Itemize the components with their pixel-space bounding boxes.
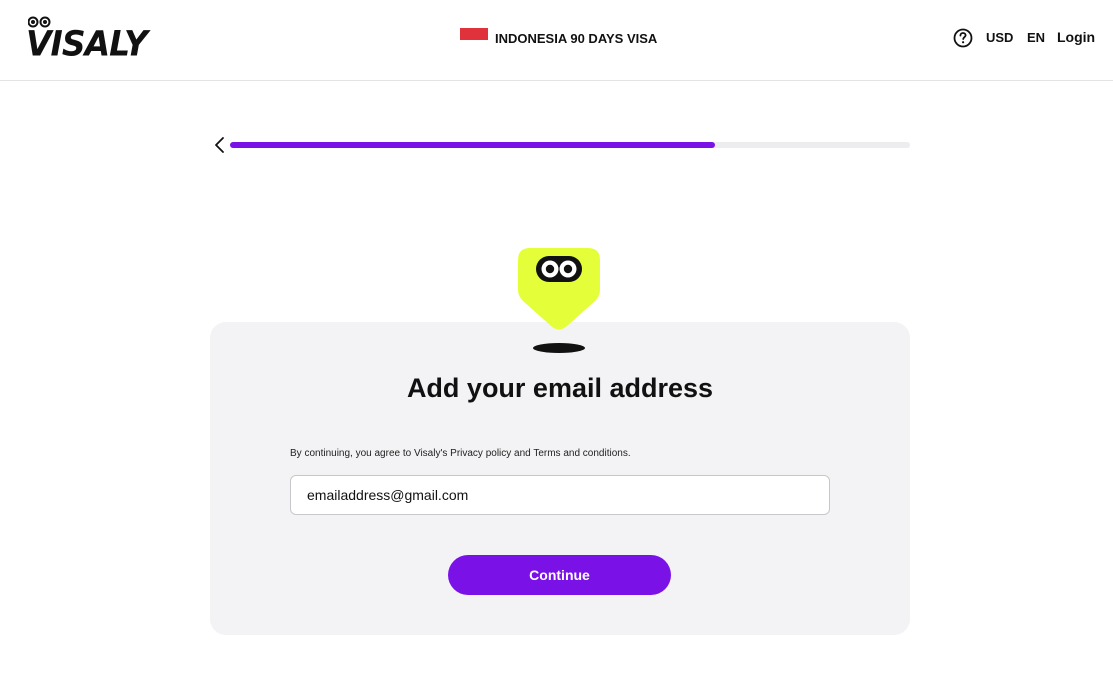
progress-bar: [230, 142, 910, 148]
chevron-left-icon[interactable]: [212, 136, 228, 154]
top-header: VISALY INDONESIA 90 DAYS VISA USD EN Log…: [0, 0, 1113, 81]
card-title: Add your email address: [406, 373, 714, 403]
progress-fill: [230, 142, 715, 148]
email-field[interactable]: [290, 475, 830, 515]
language-selector[interactable]: EN: [1027, 30, 1045, 45]
visaly-logo[interactable]: VISALY: [26, 16, 148, 64]
visaly-mascot-icon: [518, 248, 600, 353]
indonesia-flag-icon: [460, 28, 488, 40]
currency-selector[interactable]: USD: [986, 30, 1013, 45]
logo-text: VISALY: [26, 23, 148, 64]
continue-button[interactable]: Continue: [448, 555, 671, 595]
visa-title: INDONESIA 90 DAYS VISA: [495, 31, 658, 46]
consent-text: By continuing, you agree to Visaly's Pri…: [290, 448, 631, 459]
question-circle-icon[interactable]: [953, 28, 973, 48]
login-link[interactable]: Login: [1057, 29, 1095, 45]
